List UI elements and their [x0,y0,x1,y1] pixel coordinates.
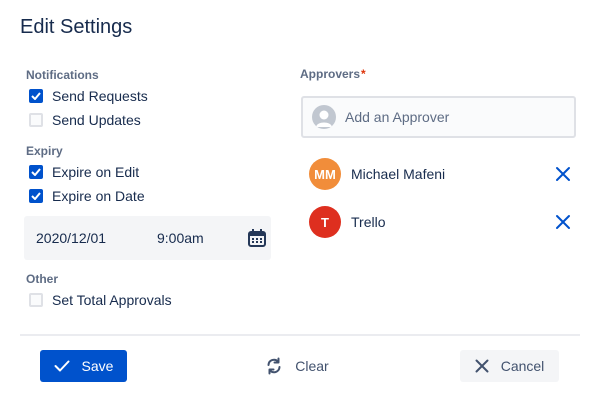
calendar-icon[interactable] [247,228,267,248]
send-requests-checkbox-row[interactable]: Send Requests [29,86,148,106]
expire-on-date-checkbox-row[interactable]: Expire on Date [29,186,145,206]
time-value[interactable]: 9:00am [157,230,204,246]
save-button[interactable]: Save [40,350,127,382]
expire-on-date-checkbox[interactable] [29,189,43,203]
expire-on-edit-checkbox[interactable] [29,165,43,179]
user-silhouette-icon [316,110,332,127]
send-updates-label: Send Updates [52,112,141,128]
checkmark-icon [54,360,70,372]
add-approver-input[interactable]: Add an Approver [301,96,576,138]
set-total-approvals-checkbox[interactable] [29,293,43,307]
set-total-approvals-label: Set Total Approvals [52,292,172,308]
user-placeholder-icon [312,105,336,129]
other-label: Other [26,272,59,286]
checkmark-icon [31,92,41,100]
date-time-picker[interactable]: 2020/12/01 9:00am [24,216,271,260]
close-icon [475,359,489,373]
send-updates-checkbox[interactable] [29,113,43,127]
date-value[interactable]: 2020/12/01 [36,230,106,246]
refresh-icon [267,357,281,375]
required-marker: * [361,67,366,81]
approver-name: Michael Mafeni [351,166,446,182]
dialog-title: Edit Settings [20,16,133,38]
cancel-button[interactable]: Cancel [460,350,559,382]
notifications-label: Notifications [26,68,99,82]
send-requests-label: Send Requests [52,88,148,104]
approver-name: Trello [351,214,386,230]
expire-on-edit-checkbox-row[interactable]: Expire on Edit [29,162,139,182]
expire-on-edit-label: Expire on Edit [52,164,140,180]
cancel-button-label: Cancel [500,358,545,374]
add-approver-placeholder: Add an Approver [345,109,450,125]
approvers-label-text: Approvers [300,67,361,81]
footer-divider [20,334,580,336]
approver-row: T Trello [309,206,575,238]
approvers-label: Approvers* [300,67,366,81]
expiry-label: Expiry [26,144,63,158]
expire-on-date-label: Expire on Date [52,188,145,204]
checkmark-icon [31,168,41,176]
save-button-label: Save [81,358,114,374]
remove-approver-close-icon[interactable] [555,214,571,230]
avatar: MM [309,158,341,190]
send-updates-checkbox-row[interactable]: Send Updates [29,110,141,130]
clear-button[interactable]: Clear [257,350,337,382]
remove-approver-close-icon[interactable] [555,166,571,182]
avatar: T [309,206,341,238]
send-requests-checkbox[interactable] [29,89,43,103]
approver-row: MM Michael Mafeni [309,158,575,190]
clear-button-label: Clear [295,358,329,374]
set-total-approvals-checkbox-row[interactable]: Set Total Approvals [29,290,172,310]
checkmark-icon [31,192,41,200]
